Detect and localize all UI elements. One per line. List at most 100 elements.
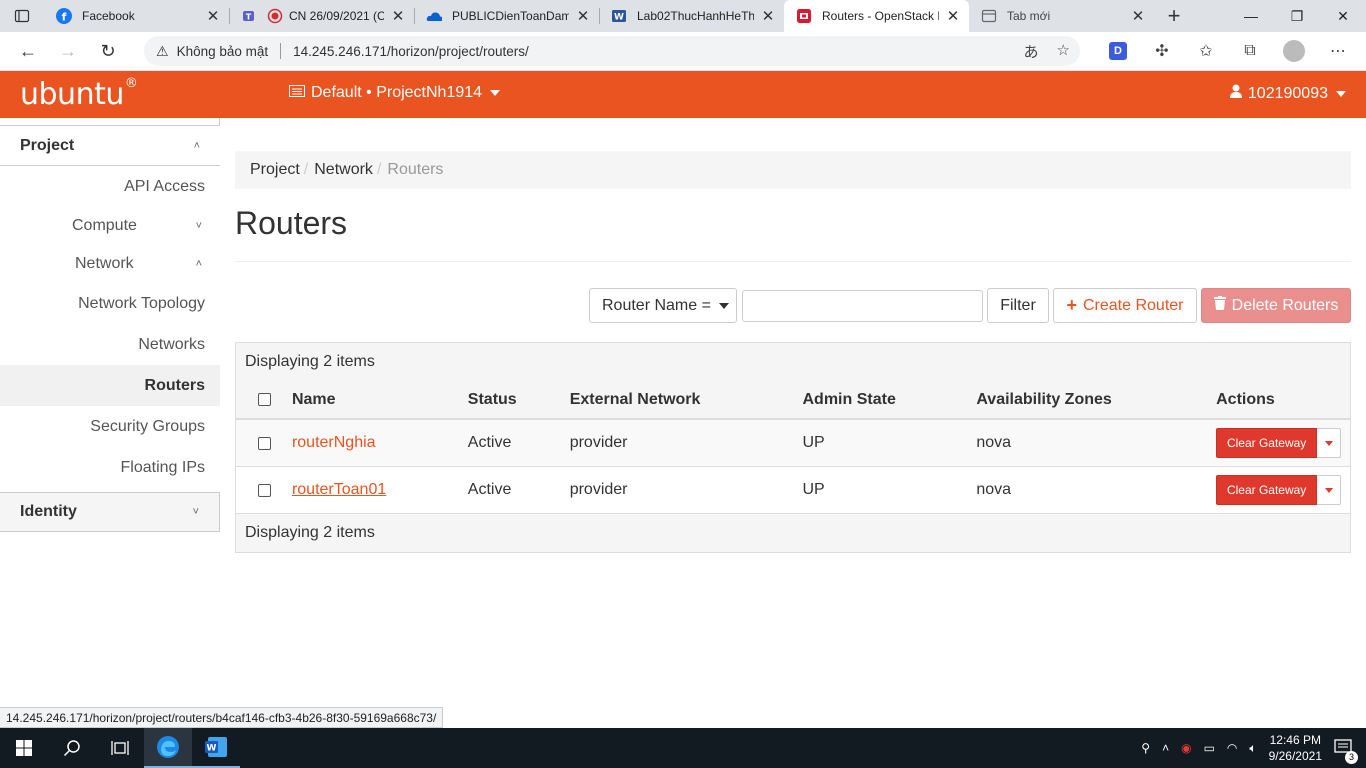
- tab-word-doc[interactable]: W Lab02ThucHanhHeThc ✕: [599, 0, 784, 32]
- close-tab-icon[interactable]: ✕: [945, 7, 961, 25]
- column-header-external-network[interactable]: External Network: [570, 391, 803, 409]
- sidebar-item-network-topology[interactable]: Network Topology: [0, 283, 220, 324]
- sidebar-group-compute[interactable]: Compute ˅: [0, 207, 220, 245]
- table-footer: Displaying 2 items: [236, 514, 1350, 552]
- more-menu-icon[interactable]: ⋯: [1318, 36, 1358, 66]
- tab-onedrive[interactable]: PUBLICDienToanDamM ✕: [414, 0, 599, 32]
- project-icon: [289, 84, 305, 102]
- refresh-icon[interactable]: ↻: [88, 35, 128, 67]
- windows-taskbar: W ⚲ ˄ ◉ ▭ ◠ 🔈︎ 12:46 PM 9/26/2021 3: [0, 728, 1366, 768]
- word-taskbar-icon[interactable]: W: [192, 728, 240, 768]
- tab-facebook[interactable]: f Facebook ✕: [44, 0, 229, 32]
- clear-gateway-button[interactable]: Clear Gateway: [1216, 428, 1318, 458]
- table-row: routerToan01 Active provider UP nova Cle…: [236, 467, 1350, 514]
- windows-start-icon[interactable]: [0, 728, 48, 768]
- extensions-icon[interactable]: ✣: [1142, 36, 1182, 66]
- delete-routers-button[interactable]: Delete Routers: [1201, 288, 1351, 323]
- people-icon[interactable]: ⚲: [1141, 741, 1150, 755]
- user-menu[interactable]: 102190093: [1229, 84, 1346, 103]
- close-tab-icon[interactable]: ✕: [1130, 7, 1146, 25]
- column-header-status[interactable]: Status: [468, 391, 570, 409]
- forward-icon[interactable]: →: [48, 35, 88, 67]
- router-status: Active: [467, 434, 512, 451]
- column-header-availability-zones[interactable]: Availability Zones: [976, 391, 1216, 409]
- sidebar-section-project[interactable]: Project ˄: [0, 126, 220, 166]
- row-actions-dropdown[interactable]: [1317, 428, 1342, 458]
- minimize-icon[interactable]: —: [1228, 0, 1274, 32]
- tab-new-tab[interactable]: Tab mới ✕: [969, 0, 1154, 32]
- profile-icon[interactable]: [1274, 36, 1314, 66]
- sidebar-item-networks[interactable]: Networks: [0, 324, 220, 365]
- tab-actions-icon[interactable]: [0, 0, 44, 32]
- filter-input[interactable]: [742, 290, 983, 322]
- sidebar-item-security-groups[interactable]: Security Groups: [0, 406, 220, 447]
- router-name-link[interactable]: routerNghia: [292, 434, 376, 451]
- title-divider: [235, 261, 1351, 262]
- chevron-down-icon: ˅: [195, 220, 202, 232]
- new-tab-button[interactable]: +: [1154, 0, 1194, 32]
- svg-text:W: W: [207, 744, 217, 754]
- notification-count-badge: 3: [1345, 750, 1358, 764]
- sidebar-group-network[interactable]: Network ˄: [0, 245, 220, 283]
- link-status-bar: 14.245.246.171/horizon/project/routers/b…: [0, 707, 444, 728]
- warning-icon[interactable]: ⚠: [156, 43, 169, 60]
- tab-teams-meeting[interactable]: T CN 26/09/2021 (C ✕: [229, 0, 414, 32]
- row-checkbox[interactable]: [258, 436, 272, 450]
- tab-routers-openstack[interactable]: Routers - OpenStack D ✕: [784, 0, 969, 32]
- router-name-link[interactable]: routerToan01: [292, 481, 386, 498]
- router-availability-zone: nova: [976, 434, 1012, 451]
- column-header-name[interactable]: Name: [292, 391, 468, 409]
- chevron-up-icon: ˄: [193, 139, 200, 152]
- wifi-icon[interactable]: ◠: [1227, 741, 1237, 755]
- battery-icon[interactable]: ▭: [1204, 741, 1215, 755]
- router-admin-state: UP: [802, 434, 825, 451]
- sidebar-item-routers[interactable]: Routers: [0, 365, 220, 406]
- filter-button[interactable]: Filter: [987, 288, 1049, 323]
- chevron-up-tray-icon[interactable]: ˄: [1162, 741, 1169, 755]
- close-tab-icon[interactable]: ✕: [205, 7, 221, 25]
- router-availability-zone: nova: [976, 481, 1012, 498]
- clock[interactable]: 12:46 PM 9/26/2021: [1269, 732, 1322, 764]
- volume-icon[interactable]: 🔈︎: [1249, 741, 1256, 756]
- row-checkbox[interactable]: [258, 483, 272, 497]
- notifications-icon[interactable]: 3: [1334, 738, 1358, 764]
- row-actions-dropdown[interactable]: [1317, 475, 1342, 505]
- read-aloud-icon[interactable]: あ: [1024, 41, 1039, 62]
- collections-icon[interactable]: ⧉: [1230, 36, 1270, 66]
- back-icon[interactable]: ←: [8, 35, 48, 67]
- favorites-icon[interactable]: ✩: [1186, 36, 1226, 66]
- filter-field-select[interactable]: Router Name =: [589, 288, 737, 323]
- security-label[interactable]: Không bảo mật: [177, 44, 269, 59]
- breadcrumb-network[interactable]: Network: [314, 161, 373, 179]
- column-header-admin-state[interactable]: Admin State: [803, 391, 977, 409]
- omnibox[interactable]: ⚠ Không bảo mật 14.245.246.171/horizon/p…: [144, 36, 1080, 66]
- plus-icon: +: [1066, 295, 1077, 315]
- sidebar-section-identity[interactable]: Identity ˅: [0, 492, 220, 532]
- ubuntu-logo[interactable]: ubuntu®: [20, 76, 138, 112]
- close-tab-icon[interactable]: ✕: [575, 7, 591, 25]
- antivirus-icon[interactable]: ◉: [1181, 741, 1191, 755]
- close-window-icon[interactable]: ✕: [1320, 0, 1366, 32]
- edge-taskbar-icon[interactable]: [144, 728, 192, 768]
- svg-text:f: f: [62, 11, 67, 24]
- column-header-actions: Actions: [1216, 390, 1275, 408]
- create-router-button[interactable]: + Create Router: [1053, 288, 1197, 323]
- search-icon[interactable]: [48, 728, 96, 768]
- breadcrumb-current: Routers: [387, 161, 444, 178]
- close-tab-icon[interactable]: ✕: [390, 7, 406, 25]
- page-title: Routers: [235, 205, 348, 241]
- sidebar-item-api-access[interactable]: API Access: [0, 166, 220, 207]
- sidebar-item-floating-ips[interactable]: Floating IPs: [0, 447, 220, 488]
- url-text[interactable]: 14.245.246.171/horizon/project/routers/: [293, 44, 529, 59]
- breadcrumb-project[interactable]: Project: [250, 161, 300, 179]
- caret-down-icon: [490, 90, 501, 96]
- extension-d-icon[interactable]: D: [1098, 36, 1138, 66]
- add-favorite-icon[interactable]: ☆: [1057, 41, 1070, 62]
- select-all-checkbox[interactable]: [258, 393, 272, 406]
- chevron-down-icon: ˅: [192, 506, 199, 518]
- task-view-icon[interactable]: [96, 728, 144, 768]
- close-tab-icon[interactable]: ✕: [760, 7, 776, 25]
- restore-icon[interactable]: ❐: [1274, 0, 1320, 32]
- clear-gateway-button[interactable]: Clear Gateway: [1216, 475, 1318, 505]
- project-selector[interactable]: Default • ProjectNh1914: [289, 84, 501, 102]
